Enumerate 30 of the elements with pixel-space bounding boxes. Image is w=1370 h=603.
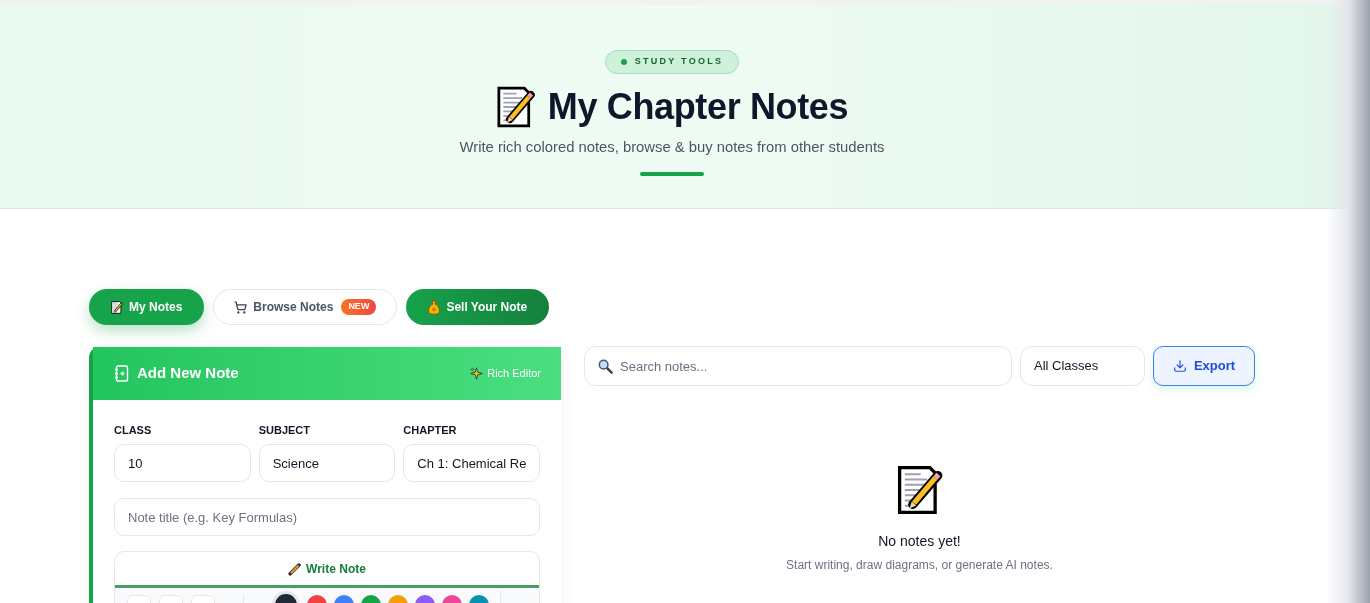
money-bag-icon (428, 299, 441, 315)
download-icon (1172, 359, 1187, 373)
cart-icon (234, 300, 248, 314)
badge-label: STUDY TOOLS (634, 55, 724, 69)
field-label: SUBJECT (258, 424, 311, 437)
notebook-plus-icon (114, 365, 129, 382)
text-field[interactable]: Science (258, 444, 396, 482)
card-title: Add New Note (137, 363, 239, 384)
tab[interactable]: Browse Notes NEW (213, 289, 398, 325)
note-title-field[interactable]: Note title (e.g. Key Formulas) (114, 498, 540, 536)
text-field[interactable]: 10 (114, 444, 251, 482)
search-icon (598, 359, 613, 374)
field-label: CHAPTER (403, 424, 458, 437)
empty-state-message: Start writing, draw diagrams, or generate AI notes. (786, 557, 1053, 573)
text-field[interactable]: Ch 1: Chemical Re (403, 444, 540, 482)
empty-state-title: No notes yet! (878, 532, 961, 550)
sparkles-icon (470, 367, 484, 380)
rich-editor-label: Rich Editor (487, 366, 541, 382)
sell-note-button[interactable]: Sell Your Note (406, 289, 550, 325)
page-title: My Chapter Notes (547, 86, 849, 128)
field-label: CLASS (114, 424, 153, 437)
new-badge: NEW (341, 299, 377, 315)
export-button[interactable]: Export (1153, 346, 1255, 386)
page-subtitle: Write rich colored notes, browse & buy notes from other students (459, 138, 885, 156)
memo-pencil-icon (111, 300, 123, 314)
class-filter-select[interactable]: All Classes (1020, 346, 1145, 386)
search-field[interactable]: Search notes... (584, 346, 1012, 386)
memo-pencil-icon (895, 465, 944, 515)
pencil-icon (288, 561, 303, 576)
memo-pencil-icon (495, 86, 536, 128)
